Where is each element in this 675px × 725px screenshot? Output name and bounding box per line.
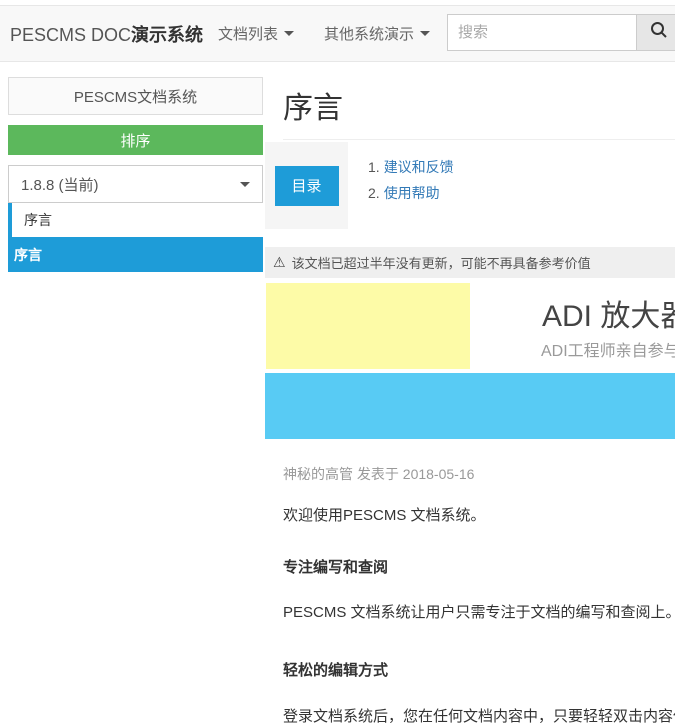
toc-item-number: 1. [368,159,380,175]
warning-triangle-icon: ⚠ [273,254,286,271]
stale-doc-warning: ⚠ 该文档已超过半年没有更新，可能不再具备参考价值 [265,247,675,278]
search-icon [649,20,669,45]
post-subheading: 专注编写和查阅 [283,556,675,577]
stale-doc-warning-text: 该文档已超过半年没有更新，可能不再具备参考价值 [292,253,591,272]
toc-item: 2.使用帮助 [368,180,454,206]
brand-bold: 演示系统 [131,25,203,45]
toc-badge: 目录 [275,166,339,206]
page-title: 序言 [283,92,675,140]
version-select-value: 1.8.8 (当前) [21,174,99,195]
ad-image-placeholder[interactable] [266,283,470,369]
sidebar: PESCMS文档系统 排序 1.8.8 (当前) 序言 序言 [8,77,263,272]
layout: PESCMS文档系统 排序 1.8.8 (当前) 序言 序言 序言 目录 [0,62,675,725]
top-navbar: PESCMS DOC演示系统 文档列表 其他系统演示 [0,5,675,62]
post-paragraph: PESCMS 文档系统让用户只需专注于文档的编写和查阅上。没有 [283,601,675,622]
ad-subtitle[interactable]: ADI工程师亲自参与 [541,337,675,361]
toc-panel: 目录 1.建议和反馈 2.使用帮助 [265,142,675,229]
toc-link-help[interactable]: 使用帮助 [384,185,440,201]
post-author-line: 神秘的高管 发表于 2018-05-16 [283,464,675,484]
sidebar-project-button[interactable]: PESCMS文档系统 [8,77,263,115]
chevron-down-icon [240,182,250,187]
brand-link[interactable]: PESCMS DOC演示系统 [0,21,203,47]
main-content: 序言 目录 1.建议和反馈 2.使用帮助 ⚠ 该文档已超过半年没有更新，可能不再… [265,62,675,725]
toc-item: 1.建议和反馈 [368,154,454,180]
brand-main: PESCMS DOC [10,25,131,45]
version-select[interactable]: 1.8.8 (当前) [8,165,263,203]
sidebar-item-preface[interactable]: 序言 [8,203,263,237]
menu-doc-list[interactable]: 文档列表 [203,23,309,44]
toc-label-cell: 目录 [265,142,348,229]
menu-other-systems[interactable]: 其他系统演示 [309,23,445,44]
post-subheading: 轻松的编辑方式 [283,659,675,680]
chevron-down-icon [420,31,430,36]
chevron-down-icon [284,31,294,36]
toc-item-number: 2. [368,185,380,201]
ad-title[interactable]: ADI 放大器 [542,291,675,335]
sidebar-item-label: 序言 [24,210,52,230]
search-input[interactable] [447,14,637,51]
sidebar-item-preface-active[interactable]: 序言 [8,237,263,272]
post-paragraph: 欢迎使用PESCMS 文档系统。 [283,504,675,525]
menu-other-systems-label: 其他系统演示 [324,23,414,44]
sort-button[interactable]: 排序 [8,125,263,155]
page: PESCMS DOC演示系统 文档列表 其他系统演示 P [0,0,675,725]
ad-banner-secondary[interactable] [265,373,675,439]
post-paragraph: 登录文档系统后，您在任何文档内容中，只要轻轻双击内容任意 [283,705,675,725]
sidebar-item-label: 序言 [14,245,42,265]
ad-banner[interactable]: ADI 放大器 ADI工程师亲自参与 [265,283,675,369]
toc-link-feedback[interactable]: 建议和反馈 [384,159,454,175]
search-group [447,14,675,51]
toc-list: 1.建议和反馈 2.使用帮助 [348,142,454,229]
menu-doc-list-label: 文档列表 [218,23,278,44]
search-button[interactable] [637,14,675,51]
